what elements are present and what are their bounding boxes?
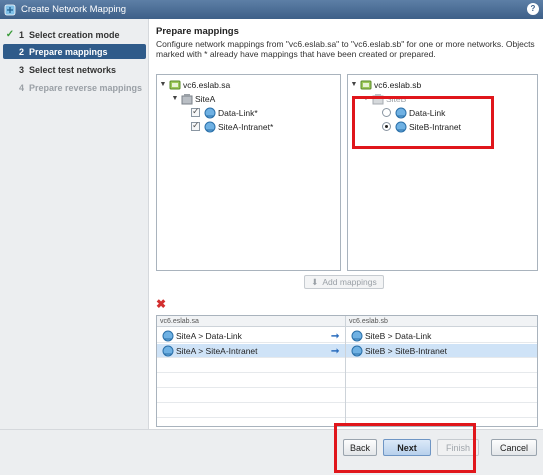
tree-node-site-a[interactable]: ▼ SiteA	[171, 92, 215, 105]
down-arrow-icon: ⬇	[311, 276, 319, 287]
datacenter-icon	[181, 93, 193, 104]
source-network-tree[interactable]: ▼ vc6.eslab.sa ▼ SiteA Data-Link* SiteA-…	[156, 74, 341, 271]
tree-node-label: SiteA	[195, 93, 216, 104]
wizard-footer: Back Next Finish Cancel	[0, 429, 543, 475]
network-radio[interactable]	[382, 108, 391, 117]
tree-node-source-vcenter[interactable]: ▼ vc6.eslab.sa	[159, 78, 231, 91]
main-panel: Prepare mappings Configure network mappi…	[150, 19, 543, 429]
target-cell: SiteB > Data-Link	[346, 329, 431, 343]
step-prepare-reverse-mappings: 4 Prepare reverse mappings	[3, 80, 146, 95]
expand-triangle-icon[interactable]: ▼	[159, 81, 167, 88]
finish-button: Finish	[437, 439, 479, 456]
network-icon	[395, 121, 407, 132]
tree-node-network[interactable]: SiteB-Intranet	[382, 120, 461, 133]
empty-row	[157, 389, 537, 403]
add-mappings-button[interactable]: ⬇ Add mappings	[304, 275, 384, 289]
step-number: 3	[19, 64, 25, 75]
network-mapping-icon	[4, 4, 16, 15]
step-label: Prepare reverse mappings	[29, 82, 143, 93]
source-cell: SiteA > SiteA-Intranet	[157, 344, 258, 358]
cancel-button[interactable]: Cancel	[491, 439, 537, 456]
target-cell: SiteB > SiteB-Intranet	[346, 344, 447, 358]
empty-row	[157, 359, 537, 373]
tree-node-label: SiteA-Intranet*	[218, 121, 274, 132]
datacenter-icon	[372, 93, 384, 104]
column-divider	[345, 316, 346, 426]
network-icon	[162, 345, 174, 357]
table-header-source[interactable]: vc6.eslab.sa	[157, 316, 345, 327]
network-icon	[351, 330, 363, 342]
empty-row	[157, 374, 537, 388]
step-prepare-mappings[interactable]: 2 Prepare mappings	[3, 44, 146, 59]
source-cell: SiteA > Data-Link	[157, 329, 242, 343]
wizard-steps-sidebar: ✓ 1 Select creation mode 2 Prepare mappi…	[0, 19, 149, 429]
back-button[interactable]: Back	[343, 439, 377, 456]
add-mappings-label: Add mappings	[322, 277, 377, 287]
step-select-test-networks[interactable]: 3 Select test networks	[3, 62, 146, 77]
expand-triangle-icon[interactable]: ▼	[350, 81, 358, 88]
vcenter-icon	[360, 80, 372, 89]
check-icon: ✓	[5, 29, 15, 40]
vcenter-icon	[169, 80, 181, 89]
step-number: 2	[19, 46, 25, 57]
tree-node-site-b[interactable]: ▼ SiteB	[362, 92, 406, 105]
tree-node-label: SiteB-Intranet	[409, 121, 461, 132]
help-icon[interactable]: ?	[527, 3, 539, 15]
tree-node-network[interactable]: Data-Link*	[191, 106, 258, 119]
empty-row	[157, 404, 537, 418]
step-number: 4	[19, 82, 25, 93]
network-icon	[351, 345, 363, 357]
table-header-target[interactable]: vc6.eslab.sb	[346, 316, 537, 327]
mappings-table: vc6.eslab.sa vc6.eslab.sb SiteA > Data-L…	[156, 315, 538, 427]
remove-mapping-icon[interactable]: ✖	[156, 297, 166, 311]
expand-triangle-icon[interactable]: ▼	[362, 95, 370, 102]
next-button[interactable]: Next	[383, 439, 431, 456]
tree-node-network[interactable]: SiteA-Intranet*	[191, 120, 273, 133]
target-network-tree[interactable]: ▼ vc6.eslab.sb ▼ SiteB Data-Link SiteB-I…	[347, 74, 538, 271]
table-row[interactable]: SiteA > SiteA-Intranet ➞ SiteB > SiteB-I…	[157, 344, 537, 358]
step-label: Select creation mode	[29, 29, 120, 40]
network-icon	[204, 107, 216, 118]
network-icon	[395, 107, 407, 118]
mapping-arrow-icon: ➞	[331, 330, 340, 342]
tree-node-label: Data-Link	[409, 107, 446, 118]
tree-node-label: vc6.eslab.sa	[183, 79, 231, 90]
network-icon	[162, 330, 174, 342]
page-description: Configure network mappings from "vc6.esl…	[156, 39, 535, 59]
tree-node-label: Data-Link*	[218, 107, 258, 118]
tree-node-label: SiteB	[386, 93, 407, 104]
title-bar: Create Network Mapping ?	[0, 0, 543, 19]
table-row[interactable]: SiteA > Data-Link ➞ SiteB > Data-Link	[157, 329, 537, 343]
network-icon	[204, 121, 216, 132]
tree-node-target-vcenter[interactable]: ▼ vc6.eslab.sb	[350, 78, 422, 91]
network-checkbox[interactable]	[191, 120, 200, 131]
step-select-creation-mode[interactable]: ✓ 1 Select creation mode	[3, 27, 146, 42]
network-radio[interactable]	[382, 122, 391, 131]
tree-node-network[interactable]: Data-Link	[382, 106, 445, 119]
step-label: Prepare mappings	[29, 46, 108, 57]
mapping-arrow-icon: ➞	[331, 345, 340, 357]
expand-triangle-icon[interactable]: ▼	[171, 95, 179, 102]
tree-node-label: vc6.eslab.sb	[374, 79, 422, 90]
step-number: 1	[19, 29, 25, 40]
network-checkbox[interactable]	[191, 106, 200, 117]
page-title: Prepare mappings	[156, 26, 239, 37]
window-title: Create Network Mapping	[21, 4, 127, 15]
step-label: Select test networks	[29, 64, 117, 75]
